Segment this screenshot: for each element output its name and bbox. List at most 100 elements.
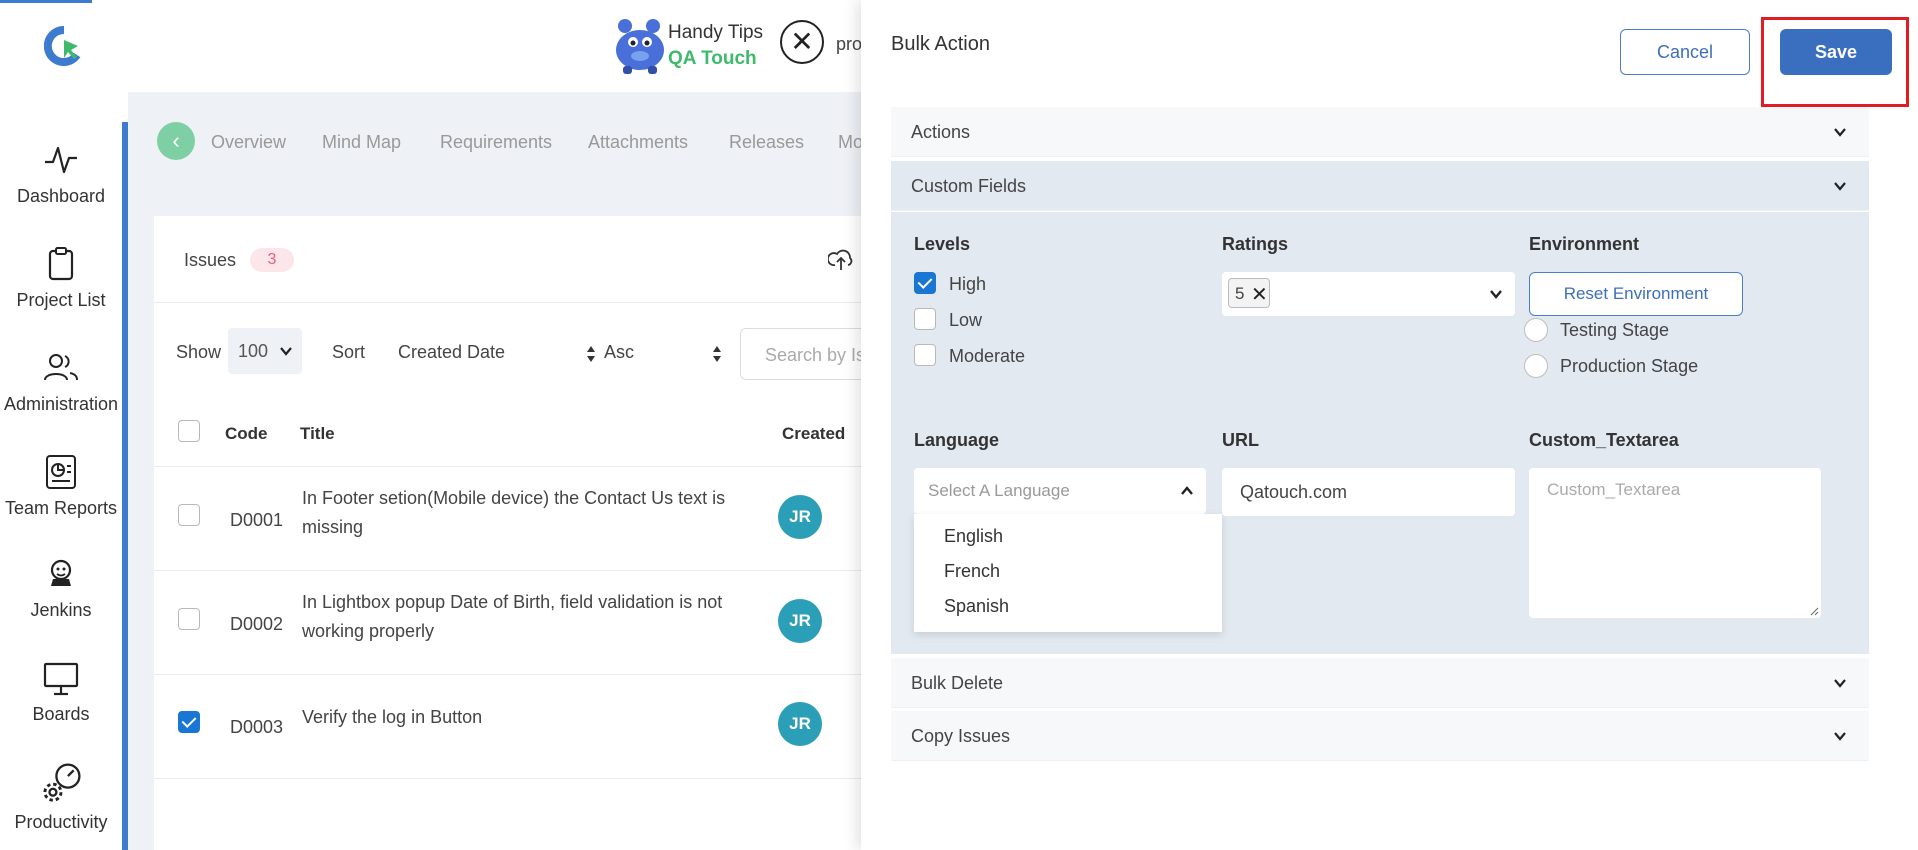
- url-input[interactable]: Qatouch.com: [1222, 468, 1515, 516]
- search-input[interactable]: Search by Is: [740, 328, 868, 380]
- level-checkbox-moderate[interactable]: [914, 344, 936, 366]
- sort-updown-icon[interactable]: [712, 345, 722, 363]
- nav-label: Team Reports: [4, 498, 118, 518]
- nav-productivity[interactable]: Productivity: [0, 760, 122, 833]
- tab-overview[interactable]: Overview: [211, 132, 286, 153]
- upload-cloud-icon[interactable]: [828, 246, 854, 272]
- project-selector-text[interactable]: pro: [836, 34, 862, 55]
- environment-option-label: Production Stage: [1560, 356, 1699, 376]
- section-bulk-delete[interactable]: Bulk Delete: [891, 658, 1869, 708]
- qa-touch-brand: QA Touch: [668, 48, 757, 69]
- productivity-icon: [43, 763, 81, 802]
- sort-updown-icon[interactable]: [586, 345, 596, 363]
- column-header-created[interactable]: Created: [782, 424, 845, 444]
- nav-boards[interactable]: Boards: [0, 658, 122, 725]
- issue-title[interactable]: In Lightbox popup Date of Birth, field v…: [302, 588, 742, 646]
- nav-administration[interactable]: Administration: [0, 348, 122, 415]
- nav-jenkins[interactable]: Jenkins: [0, 554, 122, 621]
- chevron-down-icon: [1834, 128, 1846, 137]
- sort-order-select[interactable]: Asc: [604, 342, 634, 363]
- back-button[interactable]: ‹: [157, 122, 195, 160]
- bulk-action-drawer: Bulk Action Cancel Save Actions Custom F…: [861, 0, 1918, 850]
- section-actions[interactable]: Actions: [891, 107, 1869, 157]
- clipboard-icon: [48, 247, 74, 281]
- issue-title[interactable]: Verify the log in Button: [302, 703, 742, 732]
- level-checkbox-high[interactable]: [914, 272, 936, 294]
- section-copy-issues[interactable]: Copy Issues: [891, 711, 1869, 761]
- issue-code[interactable]: D0002: [230, 614, 283, 635]
- show-label: Show: [176, 342, 222, 362]
- cancel-button[interactable]: Cancel: [1620, 29, 1750, 75]
- environment-radio-production[interactable]: [1524, 354, 1548, 378]
- project-tabs: ‹ Overview Mind Map Requirements Attachm…: [128, 122, 868, 164]
- reset-environment-button[interactable]: Reset Environment: [1529, 272, 1743, 316]
- tab-requirements[interactable]: Requirements: [440, 132, 552, 153]
- language-option-english[interactable]: English: [944, 526, 1003, 547]
- handy-tips-title: Handy Tips: [668, 22, 764, 43]
- divider: [154, 674, 868, 675]
- tab-more[interactable]: Mo: [838, 132, 863, 153]
- chevron-down-icon: [1834, 182, 1846, 191]
- rating-chip-value: 5: [1235, 284, 1245, 303]
- page-size-select[interactable]: 100: [228, 328, 302, 374]
- avatar: JR: [778, 495, 822, 539]
- chevron-up-icon: [1181, 486, 1193, 495]
- nav-label: Jenkins: [30, 600, 92, 620]
- tab-releases[interactable]: Releases: [729, 132, 804, 153]
- nav-label: Project List: [16, 290, 106, 310]
- issue-code[interactable]: D0001: [230, 510, 283, 531]
- save-button[interactable]: Save: [1780, 29, 1892, 75]
- qa-touch-logo[interactable]: [44, 26, 84, 66]
- ratings-select[interactable]: 5 ✕: [1222, 272, 1515, 316]
- level-checkbox-low[interactable]: [914, 308, 936, 330]
- avatar: JR: [778, 702, 822, 746]
- avatar: JR: [778, 599, 822, 643]
- section-custom-fields[interactable]: Custom Fields: [891, 161, 1869, 211]
- top-header: [128, 0, 868, 92]
- divider: [154, 570, 868, 571]
- environment-radio-testing[interactable]: [1524, 318, 1548, 342]
- environment-label: Environment: [1529, 234, 1640, 254]
- level-label: Low: [949, 310, 983, 330]
- custom-textarea[interactable]: Custom_Textarea: [1529, 468, 1821, 618]
- tab-mind-map[interactable]: Mind Map: [322, 132, 401, 153]
- issue-code[interactable]: D0003: [230, 717, 283, 738]
- row-checkbox[interactable]: [178, 504, 200, 526]
- divider: [154, 466, 868, 467]
- nav-label: Boards: [32, 704, 90, 724]
- remove-chip-icon[interactable]: ✕: [1251, 282, 1268, 307]
- board-icon: [43, 662, 79, 696]
- language-select[interactable]: Select A Language: [914, 468, 1206, 514]
- nav-dashboard[interactable]: Dashboard: [0, 140, 122, 207]
- tab-attachments[interactable]: Attachments: [588, 132, 688, 153]
- divider: [154, 778, 868, 779]
- handy-tips-mascot-icon[interactable]: [605, 12, 675, 76]
- url-label: URL: [1222, 430, 1259, 450]
- issue-title[interactable]: In Footer setion(Mobile device) the Cont…: [302, 484, 742, 542]
- resize-handle-icon[interactable]: [1809, 606, 1819, 616]
- select-all-checkbox[interactable]: [178, 420, 200, 442]
- sort-field-select[interactable]: Created Date: [398, 342, 505, 363]
- nav-team-reports[interactable]: Team Reports: [0, 452, 122, 519]
- close-icon[interactable]: ✕: [780, 20, 824, 64]
- drawer-title: Bulk Action: [891, 33, 990, 55]
- left-navigation: Dashboard Project List Administration Te…: [0, 0, 122, 850]
- column-header-title[interactable]: Title: [300, 424, 335, 444]
- row-checkbox[interactable]: [178, 608, 200, 630]
- divider: [154, 302, 868, 303]
- issues-label: Issues: [184, 250, 237, 270]
- chevron-down-icon: [280, 347, 292, 356]
- language-option-spanish[interactable]: Spanish: [944, 596, 1009, 617]
- activity-icon: [45, 146, 77, 174]
- nav-project-list[interactable]: Project List: [0, 244, 122, 311]
- custom-fields-panel: Levels High Low Moderate Ratings 5 ✕ Env…: [891, 212, 1869, 654]
- rating-chip: 5 ✕: [1228, 278, 1270, 308]
- language-option-french[interactable]: French: [944, 561, 1000, 582]
- row-checkbox[interactable]: [178, 711, 200, 733]
- nav-label: Dashboard: [16, 186, 106, 206]
- language-label: Language: [914, 430, 1000, 450]
- ratings-label: Ratings: [1222, 234, 1289, 254]
- report-icon: [46, 455, 76, 489]
- nav-top-accent: [0, 0, 92, 3]
- column-header-code[interactable]: Code: [225, 424, 268, 444]
